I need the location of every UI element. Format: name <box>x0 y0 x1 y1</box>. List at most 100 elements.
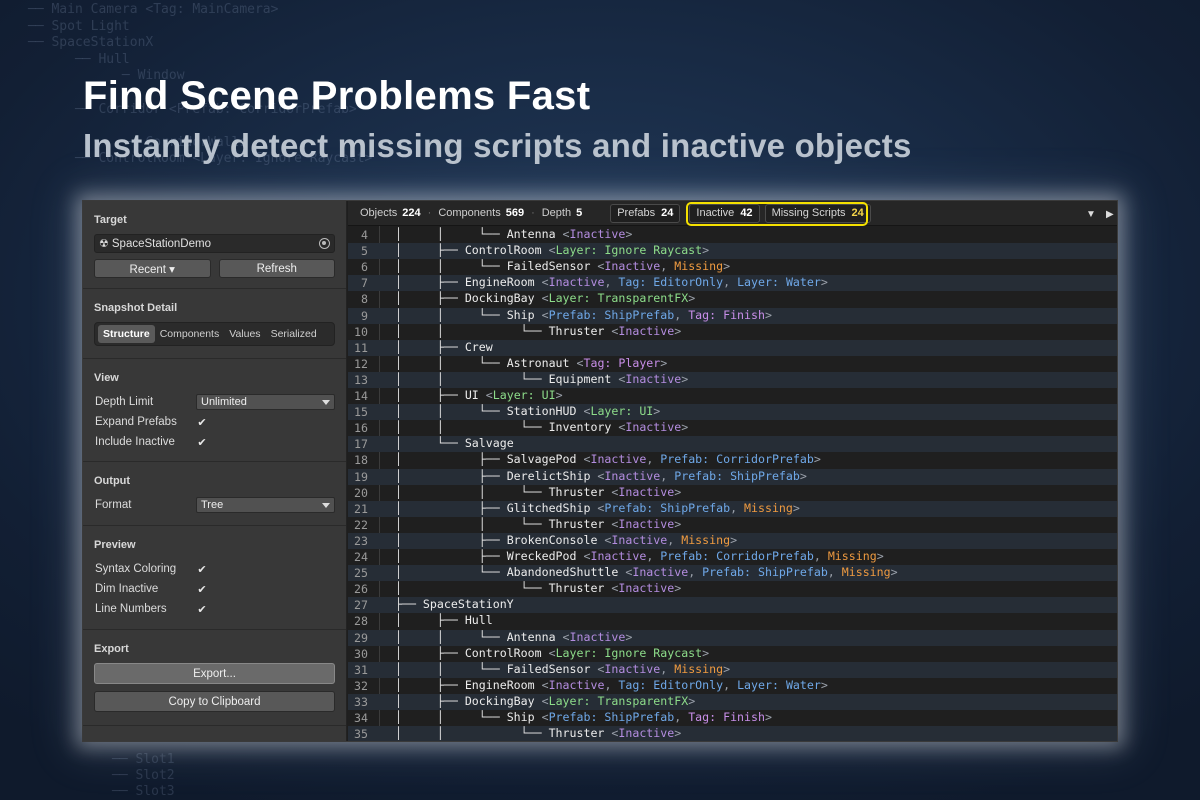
object-attribute: Inactive <box>590 549 647 563</box>
export-button[interactable]: Export... <box>94 663 335 684</box>
tree-line[interactable]: 22 │ │ └── Thruster <Inactive> <box>348 517 1117 533</box>
tree-line[interactable]: 25 │ └── AbandonedShuttle <Inactive, Pref… <box>348 565 1117 582</box>
object-attribute: Prefab: ShipPrefab <box>548 710 675 724</box>
line-numbers-label: Line Numbers <box>95 603 167 615</box>
object-name: SpaceStationY <box>422 597 514 612</box>
tree-line[interactable]: 28 │ ├── Hull <box>348 613 1117 629</box>
depth-stat: Depth 5 <box>542 207 582 219</box>
tab-values[interactable]: Values <box>224 325 265 343</box>
format-dropdown[interactable]: Tree <box>196 497 335 513</box>
tree-text: │ └── Thruster <Inactive> <box>395 581 682 596</box>
tree-guide: │ │ └── <box>395 227 507 241</box>
line-number: 34 <box>354 711 368 725</box>
tree-line[interactable]: 5 │ ├── ControlRoom <Layer: Ignore Raycas… <box>348 243 1117 260</box>
object-attribute: Layer: TransparentFX <box>548 291 689 306</box>
object-attribute: Inactive <box>604 468 661 483</box>
expand-prefabs-checkbox[interactable]: ✔ <box>196 416 208 429</box>
object-attribute: Tag: Finish <box>688 307 765 322</box>
tree-guide: │ ├── <box>395 693 465 708</box>
tree-line[interactable]: 13 │ │ └── Equipment <Inactive> <box>348 371 1117 388</box>
tree-line[interactable]: 8 │ ├── DockingBay <Layer: TransparentFX> <box>348 291 1117 307</box>
line-number: 8 <box>361 292 368 307</box>
tree-line[interactable]: 9 │ │ └── Ship <Prefab: ShipPrefab, Tag: … <box>348 307 1117 324</box>
tree-line[interactable]: 20 │ │ └── Thruster <Inactive> <box>348 485 1117 501</box>
object-attribute: Inactive <box>611 532 668 547</box>
target-object-field[interactable]: ☢ SpaceStationDemo <box>94 234 335 253</box>
collapse-all-icon[interactable]: ▼ <box>1086 209 1096 220</box>
tree-line[interactable]: 27 ├── SpaceStationY <box>348 597 1117 614</box>
object-name: GlitchedShip <box>506 500 591 515</box>
tree-guide: │ ├── <box>395 275 465 290</box>
tree-text: │ │ └── Thruster <Inactive> <box>395 484 682 499</box>
syntax-coloring-checkbox[interactable]: ✔ <box>196 563 208 576</box>
tree-line[interactable]: 11 │ ├── Crew <box>348 339 1117 356</box>
objects-stat: Objects 224 <box>360 207 421 219</box>
depth-limit-dropdown[interactable]: Unlimited <box>196 394 335 410</box>
object-name: Thruster <box>548 581 605 596</box>
line-number: 9 <box>361 308 368 323</box>
tree-line[interactable]: 26 │ └── Thruster <Inactive> <box>348 581 1117 597</box>
tree-line[interactable]: 31 │ │ └── FailedSensor <Inactive, Missin… <box>348 661 1117 678</box>
dropdown-arrow-icon <box>322 502 330 508</box>
object-attribute: Inactive <box>548 677 605 692</box>
tab-serialized[interactable]: Serialized <box>266 325 322 343</box>
tree-line[interactable]: 33 │ ├── DockingBay <Layer: TransparentFX… <box>348 693 1117 710</box>
object-attribute: Prefab: CorridorPrefab <box>660 549 814 563</box>
tree-line[interactable]: 21 │ ├── GlitchedShip <Prefab: ShipPrefab… <box>348 500 1117 517</box>
line-number: 27 <box>354 598 368 613</box>
prefabs-count: 24 <box>661 207 674 219</box>
object-name: AbandonedShuttle <box>506 565 619 580</box>
object-attribute: Missing <box>744 500 793 515</box>
object-attribute: Layer: Water <box>737 677 821 692</box>
object-attribute: Tag: EditorOnly <box>618 275 724 290</box>
copy-to-clipboard-button[interactable]: Copy to Clipboard <box>94 691 335 712</box>
tab-structure[interactable]: Structure <box>98 325 155 343</box>
tree-line[interactable]: 6 │ │ └── FailedSensor <Inactive, Missing… <box>348 259 1117 275</box>
tree-line[interactable]: 16 │ │ └── Inventory <Inactive> <box>348 420 1117 436</box>
tree-guide: │ └── <box>395 581 549 596</box>
line-number: 33 <box>354 694 368 709</box>
tree-line[interactable]: 12 │ │ └── Astronaut <Tag: Player> <box>348 356 1117 372</box>
tree-line[interactable]: 15 │ │ └── StationHUD <Layer: UI> <box>348 404 1117 421</box>
tree-line[interactable]: 14 │ ├── UI <Layer: UI> <box>348 388 1117 404</box>
line-number: 24 <box>354 550 368 564</box>
tree-line[interactable]: 34 │ │ └── Ship <Prefab: ShipPrefab, Tag:… <box>348 710 1117 726</box>
tree-text: │ ├── EngineRoom <Inactive, Tag: EditorO… <box>395 677 828 692</box>
prefabs-filter-pill[interactable]: Prefabs 24 <box>610 203 681 223</box>
depth-limit-label: Depth Limit <box>95 396 154 408</box>
object-picker-icon[interactable] <box>319 238 330 249</box>
tree-line[interactable]: 4 │ │ └── Antenna <Inactive> <box>348 227 1117 243</box>
prefabs-label: Prefabs <box>617 207 656 219</box>
tree-line[interactable]: 32 │ ├── EngineRoom <Inactive, Tag: Edito… <box>348 678 1117 694</box>
object-attribute: Inactive <box>548 275 605 290</box>
object-attribute: Inactive <box>569 629 626 644</box>
tree-line[interactable]: 10 │ │ └── Thruster <Inactive> <box>348 324 1117 340</box>
expand-all-icon[interactable]: ▶ <box>1106 209 1114 220</box>
recent-button[interactable]: Recent ▾ <box>94 259 211 278</box>
tree-line[interactable]: 35 │ │ └── Thruster <Inactive> <box>348 726 1117 741</box>
include-inactive-checkbox[interactable]: ✔ <box>196 436 208 449</box>
tree-line[interactable]: 23 │ ├── BrokenConsole <Inactive, Missing… <box>348 532 1117 549</box>
tree-line[interactable]: 19 │ ├── DerelictShip <Inactive, Prefab: … <box>348 468 1117 485</box>
tree-text: │ ├── ControlRoom <Layer: Ignore Raycast… <box>395 243 710 258</box>
highlight-box <box>686 202 868 226</box>
refresh-button[interactable]: Refresh <box>218 259 335 278</box>
dim-inactive-checkbox[interactable]: ✔ <box>196 583 208 596</box>
tree-text: │ │ └── Equipment <Inactive> <box>395 371 689 386</box>
tree-line[interactable]: 18 │ ├── SalvagePod <Inactive, Prefab: Co… <box>348 452 1117 468</box>
tree-guide: │ ├── <box>395 645 465 660</box>
object-name: Hull <box>464 613 493 628</box>
tree-guide: │ │ └── <box>395 307 507 322</box>
depth-limit-value: Unlimited <box>201 396 247 408</box>
object-name: Salvage <box>464 436 514 451</box>
line-numbers-checkbox[interactable]: ✔ <box>196 603 208 616</box>
tree-line[interactable]: 17 │ └── Salvage <box>348 436 1117 453</box>
tree-text: ├── SpaceStationY <box>395 597 514 611</box>
tree-line[interactable]: 7 │ ├── EngineRoom <Inactive, Tag: Editor… <box>348 275 1117 292</box>
tree-line[interactable]: 30 │ ├── ControlRoom <Layer: Ignore Rayca… <box>348 646 1117 662</box>
tree-line[interactable]: 24 │ ├── WreckedPod <Inactive, Prefab: Co… <box>348 549 1117 565</box>
tree-line[interactable]: 29 │ │ └── Antenna <Inactive> <box>348 629 1117 646</box>
object-attribute: Inactive <box>618 726 675 741</box>
tab-components[interactable]: Components <box>155 325 225 343</box>
dim-inactive-label: Dim Inactive <box>95 583 159 595</box>
